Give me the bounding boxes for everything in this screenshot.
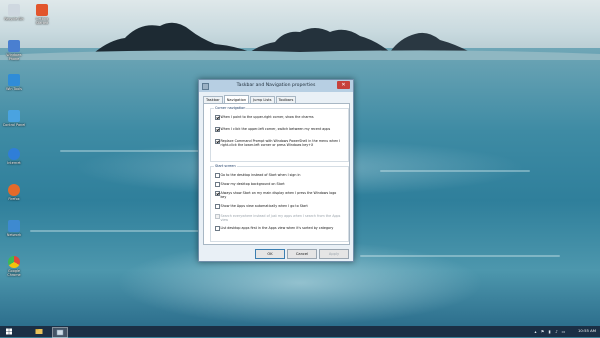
- checkbox[interactable]: [215, 182, 221, 188]
- wave-streak: [360, 255, 560, 257]
- chrome-icon: [8, 256, 20, 268]
- tray-chevron-up-icon[interactable]: ▴: [533, 329, 538, 334]
- desktop-icon-getting-started[interactable]: Getting Started: [30, 4, 54, 25]
- app-icon: [8, 40, 20, 52]
- start-screen-group: Start screen Go to the desktop instead o…: [210, 164, 349, 242]
- taskbar-clock[interactable]: 10:55 AM: [578, 328, 596, 333]
- folder-icon: [35, 329, 43, 334]
- option-switch-recent-apps[interactable]: When I click the upper-left corner, swit…: [215, 127, 343, 133]
- tray-keyboard-icon[interactable]: ▭: [561, 329, 566, 334]
- ok-button[interactable]: OK: [255, 249, 285, 259]
- dialog-tabs: Taskbar Navigation Jump Lists Toolbars: [203, 95, 297, 104]
- checkbox[interactable]: [215, 226, 221, 232]
- dialog-titlebar[interactable]: Taskbar and Navigation properties ✕: [199, 80, 353, 92]
- checkbox[interactable]: [215, 139, 221, 145]
- checkbox[interactable]: [215, 173, 221, 179]
- apply-button: Apply: [319, 249, 349, 259]
- desktop-icon-win-tools[interactable]: Win Tools: [2, 74, 26, 91]
- desktop-icon-firefox[interactable]: Firefox: [2, 184, 26, 201]
- wave-streak: [380, 170, 530, 172]
- corner-navigation-group: Corner navigation When I point to the up…: [210, 106, 349, 162]
- taskbar-file-explorer[interactable]: [32, 327, 46, 336]
- checkbox[interactable]: [215, 204, 221, 210]
- firefox-icon: [8, 184, 20, 196]
- network-icon: [8, 220, 20, 232]
- checkbox[interactable]: [215, 115, 221, 121]
- recycle-bin-icon: [8, 4, 20, 16]
- desktop-icon-network[interactable]: Network: [2, 220, 26, 237]
- tray-volume-icon[interactable]: ♪: [554, 329, 559, 334]
- ie-icon: [8, 148, 20, 160]
- start-button[interactable]: [2, 327, 16, 336]
- taskbar: ▴ ⚑ ▮ ♪ ▭ 10:55 AM: [0, 326, 600, 338]
- desktop-icon-windows-phone[interactable]: Windows Phone: [2, 40, 26, 61]
- navigation-panel: Corner navigation When I point to the up…: [203, 103, 350, 245]
- group-title: Corner navigation: [214, 106, 247, 110]
- window-icon: [56, 329, 64, 336]
- dialog-title: Taskbar and Navigation properties: [236, 83, 316, 88]
- taskbar-navigation-dialog: Taskbar and Navigation properties ✕ Task…: [198, 79, 354, 262]
- app-icon: [8, 74, 20, 86]
- option-list-desktop-apps-first[interactable]: List desktop apps first in the Apps view…: [215, 226, 343, 232]
- desktop-icon-chrome[interactable]: Google Chrome: [2, 256, 26, 277]
- option-show-charms[interactable]: When I point to the upper-right corner, …: [215, 115, 343, 121]
- desktop-icon-recycle-bin[interactable]: Recycle Bin: [2, 4, 26, 21]
- control-panel-icon: [8, 110, 20, 122]
- checkbox[interactable]: [215, 191, 221, 197]
- option-go-to-desktop[interactable]: Go to the desktop instead of Start when …: [215, 173, 343, 179]
- desktop-icon-internet[interactable]: Internet: [2, 148, 26, 165]
- option-always-show-start[interactable]: Always show Start on my main display whe…: [215, 191, 343, 199]
- windows-logo-icon: [6, 328, 12, 335]
- cancel-button[interactable]: Cancel: [287, 249, 317, 259]
- rock-silhouettes: [0, 22, 600, 60]
- option-search-everywhere: Search everywhere instead of just my app…: [215, 214, 343, 222]
- option-replace-command-prompt[interactable]: Replace Command Prompt with Windows Powe…: [215, 139, 343, 147]
- option-show-desktop-background[interactable]: Show my desktop background on Start: [215, 182, 343, 188]
- tray-network-icon[interactable]: ▮: [547, 329, 552, 334]
- checkbox: [215, 214, 221, 220]
- group-title: Start screen: [214, 164, 237, 168]
- taskbar-active-window[interactable]: [52, 327, 68, 338]
- checkbox[interactable]: [215, 127, 221, 133]
- option-show-apps-view[interactable]: Show the Apps view automatically when I …: [215, 204, 343, 210]
- close-button[interactable]: ✕: [337, 81, 350, 89]
- tray-flag-icon[interactable]: ⚑: [540, 329, 545, 334]
- desktop-icon-control-panel[interactable]: Control Panel: [2, 110, 26, 127]
- office-icon: [36, 4, 48, 16]
